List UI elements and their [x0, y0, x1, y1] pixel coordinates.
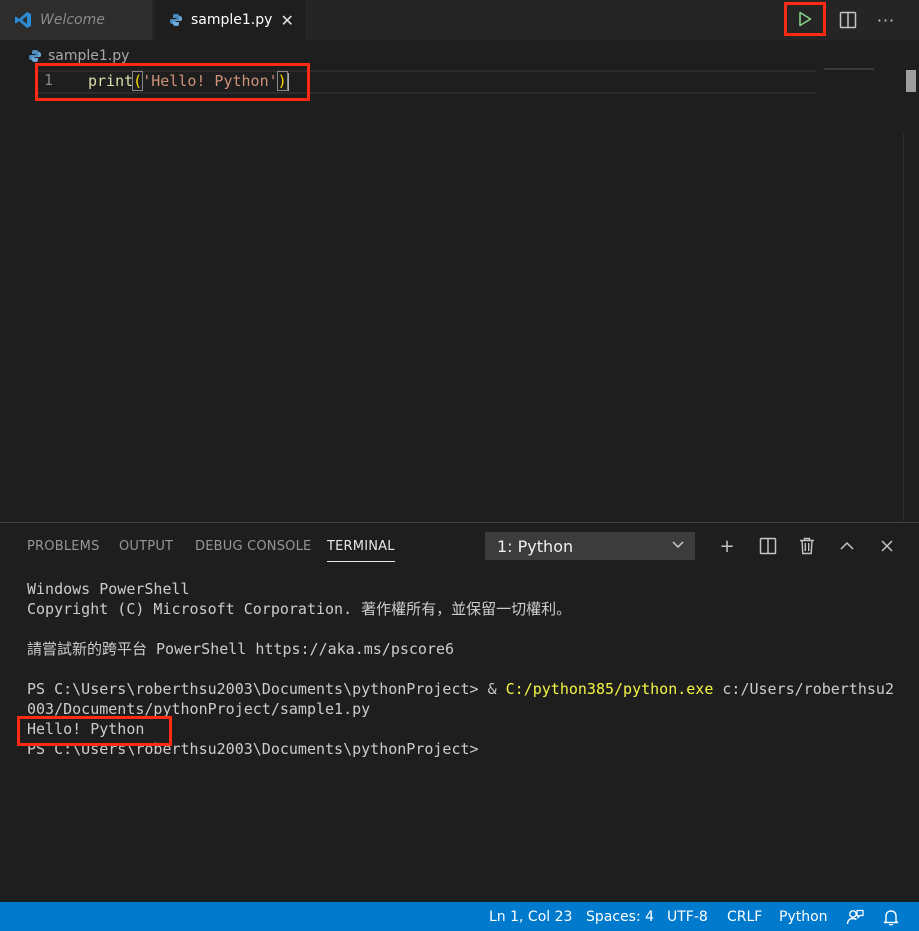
breadcrumb-file[interactable]: sample1.py — [48, 48, 129, 64]
feedback-icon — [846, 909, 864, 924]
play-icon — [799, 11, 812, 27]
tab-problems[interactable]: PROBLEMS — [27, 539, 100, 554]
vscode-icon — [15, 12, 31, 28]
bell-icon — [883, 909, 899, 925]
tab-output[interactable]: OUTPUT — [119, 539, 173, 554]
terminal-line: Windows PowerShell — [27, 580, 190, 598]
terminal-select[interactable]: 1: Python — [485, 532, 695, 560]
split-editor-button[interactable] — [832, 4, 864, 36]
feedback-button[interactable] — [846, 902, 864, 931]
terminal-select-value: 1: Python — [497, 536, 574, 556]
bottom-panel: PROBLEMS OUTPUT DEBUG CONSOLE TERMINAL 1… — [0, 522, 919, 902]
terminal-command-line: PS C:\Users\roberthsu2003\Documents\pyth… — [27, 679, 894, 699]
kill-terminal-button[interactable] — [794, 533, 820, 559]
tab-sample1-label: sample1.py — [191, 12, 273, 28]
terminal-script-path: c:/Users/roberthsu2 — [713, 680, 894, 698]
status-bar: Ln 1, Col 23 Spaces: 4 UTF-8 CRLF Python — [0, 902, 919, 931]
terminal-line: 請嘗試新的跨平台 PowerShell https://aka.ms/pscor… — [27, 640, 455, 658]
end-of-line[interactable]: CRLF — [727, 902, 762, 931]
maximize-panel-button[interactable] — [834, 533, 860, 559]
tab-terminal[interactable]: TERMINAL — [327, 539, 395, 562]
tab-sample1-py[interactable]: sample1.py ✕ — [155, 0, 305, 40]
terminal-prompt: PS C:\Users\roberthsu2003\Documents\pyth… — [27, 680, 506, 698]
encoding[interactable]: UTF-8 — [667, 902, 708, 931]
chevron-up-icon — [840, 541, 854, 550]
split-terminal-icon — [759, 537, 777, 555]
close-icon[interactable]: ✕ — [280, 11, 293, 30]
tab-welcome-label: Welcome — [40, 12, 105, 28]
plus-icon: + — [719, 535, 735, 557]
chevron-down-icon — [672, 541, 684, 549]
run-python-file-button[interactable] — [784, 2, 826, 36]
tab-debug-console[interactable]: DEBUG CONSOLE — [195, 539, 311, 554]
new-terminal-button[interactable]: + — [714, 533, 740, 559]
split-editor-icon — [839, 11, 857, 29]
more-icon: ··· — [876, 10, 896, 30]
python-icon — [29, 50, 41, 62]
editor-tab-bar: Welcome sample1.py ✕ ··· — [0, 0, 919, 40]
tab-welcome[interactable]: Welcome — [0, 0, 152, 40]
minimap[interactable] — [824, 68, 874, 70]
language-mode[interactable]: Python — [779, 902, 828, 931]
cursor-position[interactable]: Ln 1, Col 23 — [489, 902, 572, 931]
notifications-button[interactable] — [883, 902, 899, 931]
python-icon — [170, 14, 182, 26]
close-icon — [881, 540, 893, 552]
trash-icon — [800, 537, 814, 555]
terminal-exe-path: C:/python385/python.exe — [505, 680, 714, 698]
overview-ruler — [903, 132, 904, 588]
output-highlight-box — [17, 716, 172, 746]
more-actions-button[interactable]: ··· — [870, 4, 902, 36]
terminal-line: Copyright (C) Microsoft Corporation. 著作權… — [27, 600, 572, 618]
split-terminal-button[interactable] — [755, 533, 781, 559]
close-panel-button[interactable] — [874, 533, 900, 559]
code-editor[interactable]: 1 print('Hello! Python') — [0, 66, 919, 588]
indentation[interactable]: Spaces: 4 — [586, 902, 654, 931]
editor-scrollbar[interactable] — [906, 70, 916, 92]
code-highlight-box — [35, 63, 310, 101]
